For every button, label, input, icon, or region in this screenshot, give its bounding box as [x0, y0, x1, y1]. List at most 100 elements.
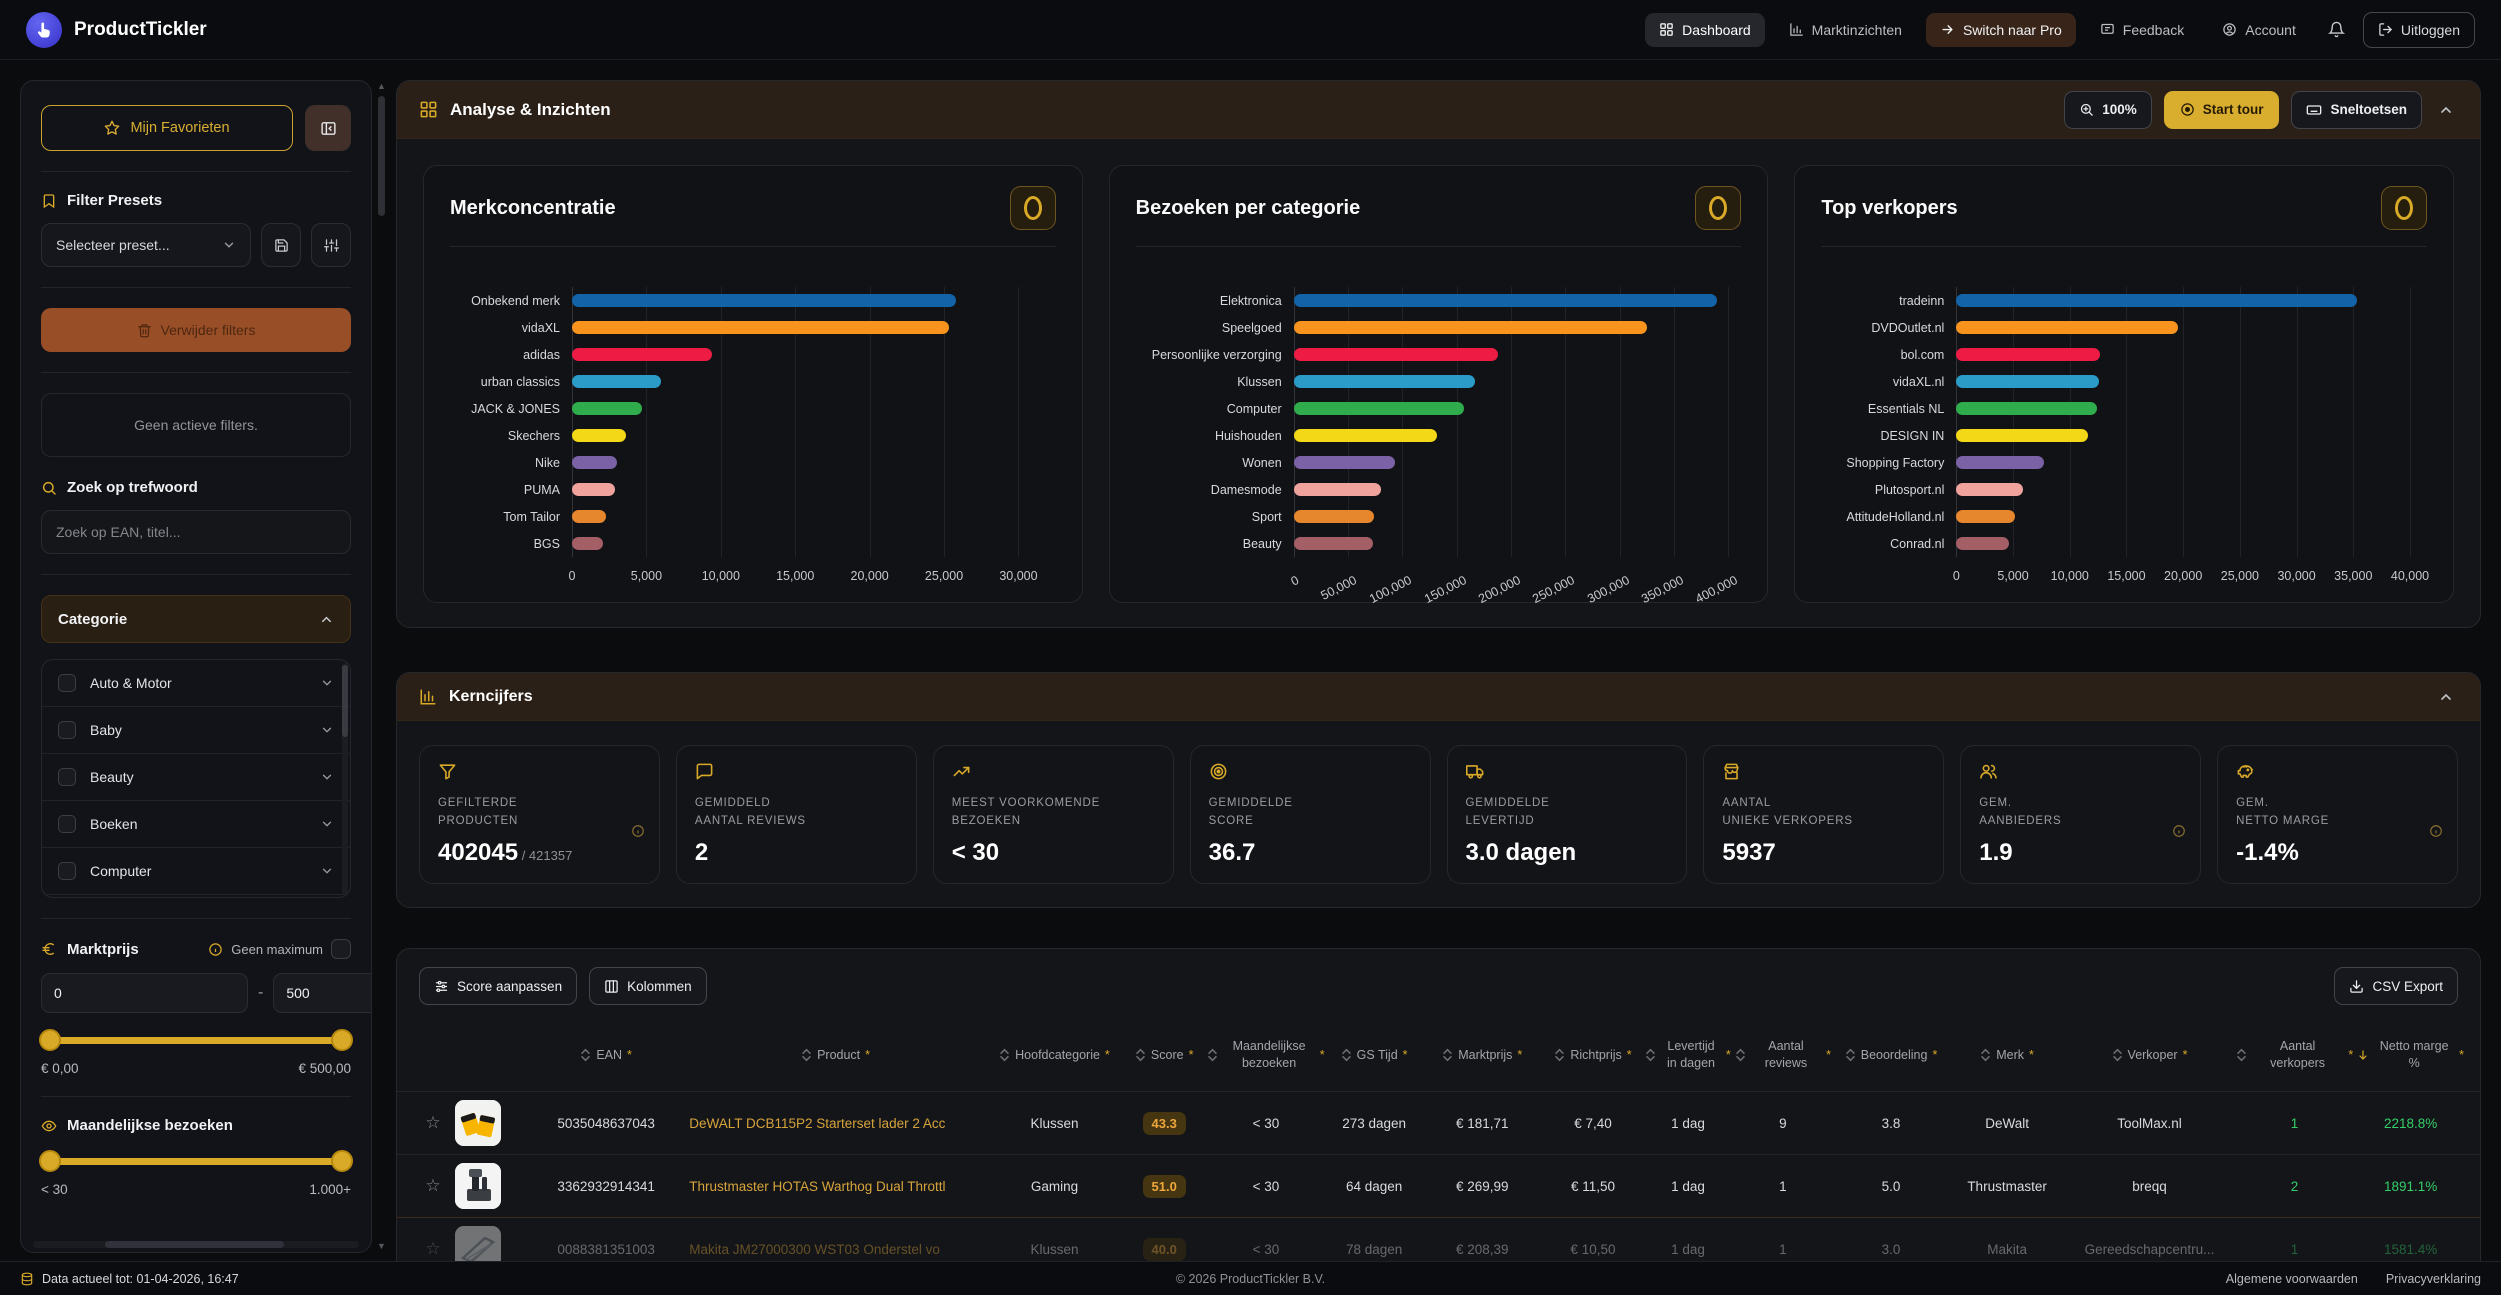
- column-header-aantal-reviews[interactable]: Aantal reviews*: [1733, 1034, 1833, 1076]
- bar-adidas[interactable]: [572, 348, 712, 361]
- category-row-baby[interactable]: Baby: [42, 707, 350, 754]
- cell-product[interactable]: DeWALT DCB115P2 Starterset lader 2 Acc: [685, 1112, 986, 1135]
- category-checkbox[interactable]: [58, 674, 76, 692]
- column-header-maandelijkse-bezoeken[interactable]: Maandelijkse bezoeken*: [1205, 1034, 1326, 1076]
- chart-type-toggle-button[interactable]: [1695, 186, 1741, 230]
- column-header-score[interactable]: Score*: [1123, 1043, 1205, 1068]
- column-header-aantal-verkopers[interactable]: Aantal verkopers*: [2234, 1034, 2355, 1076]
- price-slider-max-handle[interactable]: [331, 1029, 353, 1051]
- privacy-link[interactable]: Privacyverklaring: [2386, 1272, 2481, 1286]
- keyword-search-input[interactable]: [41, 510, 351, 554]
- adjust-score-button[interactable]: Score aanpassen: [419, 967, 577, 1005]
- bar-vidaxl[interactable]: [572, 321, 949, 334]
- price-range-slider[interactable]: [41, 1029, 351, 1051]
- column-header-richtprijs[interactable]: Richtprijs*: [1543, 1043, 1643, 1068]
- cell-product[interactable]: Makita JM27000300 WST03 Onderstel vo: [685, 1238, 986, 1261]
- column-header-merk[interactable]: Merk*: [1949, 1043, 2065, 1068]
- nav-item-marktinzichten[interactable]: Marktinzichten: [1775, 13, 1916, 47]
- price-min-input[interactable]: [41, 973, 248, 1013]
- collapse-analytics-chevron[interactable]: [2434, 98, 2458, 122]
- collapse-sidebar-button[interactable]: [305, 105, 351, 151]
- price-slider-min-handle[interactable]: [39, 1029, 61, 1051]
- nav-item-feedback[interactable]: Feedback: [2086, 13, 2198, 47]
- collapse-kpi-chevron[interactable]: [2434, 685, 2458, 709]
- bar-shopping-factory[interactable]: [1956, 456, 2043, 469]
- clear-filters-button[interactable]: Verwijder filters: [41, 308, 351, 352]
- nav-item-account[interactable]: Account: [2208, 13, 2310, 47]
- price-max-input[interactable]: [273, 973, 372, 1013]
- column-header-verkoper[interactable]: Verkoper*: [2065, 1043, 2234, 1068]
- chevron-down-icon[interactable]: [320, 676, 334, 690]
- category-checkbox[interactable]: [58, 721, 76, 739]
- bar-attitudeholland-nl[interactable]: [1956, 510, 2015, 523]
- category-row-boeken[interactable]: Boeken: [42, 801, 350, 848]
- bar-dvdoutlet-nl[interactable]: [1956, 321, 2177, 334]
- csv-export-button[interactable]: CSV Export: [2334, 967, 2458, 1005]
- chevron-down-icon[interactable]: [320, 817, 334, 831]
- sidebar-horizontal-scrollbar[interactable]: [33, 1241, 359, 1248]
- notifications-bell-icon[interactable]: [2320, 12, 2353, 47]
- visits-slider-min-handle[interactable]: [39, 1150, 61, 1172]
- column-header-levertijd-in-dagen[interactable]: Levertijd in dagen*: [1643, 1034, 1733, 1076]
- favorite-star-icon[interactable]: ☆: [411, 1113, 455, 1133]
- bar-huishouden[interactable]: [1294, 429, 1437, 442]
- bar-essentials-nl[interactable]: [1956, 402, 2097, 415]
- category-section-toggle[interactable]: Categorie: [41, 595, 351, 643]
- category-row-computer[interactable]: Computer: [42, 848, 350, 895]
- favorite-star-icon[interactable]: ☆: [411, 1176, 455, 1196]
- bar-puma[interactable]: [572, 483, 615, 496]
- info-icon[interactable]: [2172, 824, 2186, 838]
- chart-type-toggle-button[interactable]: [1010, 186, 1056, 230]
- bar-wonen[interactable]: [1294, 456, 1395, 469]
- category-scrollbar[interactable]: [342, 663, 348, 895]
- column-header-netto-marge-[interactable]: Netto marge %*: [2355, 1034, 2466, 1076]
- column-header-product[interactable]: Product*: [685, 1043, 986, 1068]
- table-row[interactable]: ☆5035048637043DeWALT DCB115P2 Starterset…: [397, 1091, 2480, 1154]
- category-checkbox[interactable]: [58, 815, 76, 833]
- bar-onbekend-merk[interactable]: [572, 294, 956, 307]
- category-row-auto-motor[interactable]: Auto & Motor: [42, 660, 350, 707]
- favorite-star-icon[interactable]: ☆: [411, 1239, 455, 1259]
- bar-sport[interactable]: [1294, 510, 1374, 523]
- bar-bgs[interactable]: [572, 537, 603, 550]
- visits-range-slider[interactable]: [41, 1150, 351, 1172]
- sidebar-scrollbar[interactable]: ▲ ▼: [377, 82, 386, 1251]
- bar-damesmode[interactable]: [1294, 483, 1381, 496]
- start-tour-button[interactable]: Start tour: [2164, 91, 2280, 129]
- columns-button[interactable]: Kolommen: [589, 967, 707, 1005]
- column-header-gs-tijd[interactable]: GS Tijd*: [1327, 1043, 1422, 1068]
- bar-speelgoed[interactable]: [1294, 321, 1647, 334]
- shortcuts-button[interactable]: Sneltoetsen: [2291, 91, 2422, 129]
- bar-conrad-nl[interactable]: [1956, 537, 2008, 550]
- bar-tom-tailor[interactable]: [572, 510, 606, 523]
- terms-link[interactable]: Algemene voorwaarden: [2226, 1272, 2358, 1286]
- info-icon[interactable]: [2429, 824, 2443, 838]
- info-icon[interactable]: [631, 824, 645, 838]
- bar-jack-jones[interactable]: [572, 402, 642, 415]
- column-header-marktprijs[interactable]: Marktprijs*: [1422, 1043, 1543, 1068]
- bar-vidaxl-nl[interactable]: [1956, 375, 2099, 388]
- chart-type-toggle-button[interactable]: [2381, 186, 2427, 230]
- no-maximum-checkbox[interactable]: [331, 939, 351, 959]
- bar-persoonlijke-verzorging[interactable]: [1294, 348, 1498, 361]
- category-checkbox[interactable]: [58, 862, 76, 880]
- chevron-down-icon[interactable]: [320, 770, 334, 784]
- preset-settings-button[interactable]: [311, 223, 351, 267]
- nav-item-switch-naar-pro[interactable]: Switch naar Pro: [1926, 13, 2076, 47]
- bar-urban-classics[interactable]: [572, 375, 661, 388]
- cell-product[interactable]: Thrustmaster HOTAS Warthog Dual Throttl: [685, 1175, 986, 1198]
- table-row[interactable]: ☆3362932914341Thrustmaster HOTAS Warthog…: [397, 1154, 2480, 1217]
- category-checkbox[interactable]: [58, 768, 76, 786]
- column-header-hoofdcategorie[interactable]: Hoofdcategorie*: [986, 1043, 1123, 1068]
- column-header-ean[interactable]: EAN*: [527, 1043, 685, 1068]
- bar-plutosport-nl[interactable]: [1956, 483, 2023, 496]
- bar-design-in[interactable]: [1956, 429, 2088, 442]
- bar-beauty[interactable]: [1294, 537, 1373, 550]
- preset-select[interactable]: Selecteer preset...: [41, 223, 251, 267]
- nav-item-dashboard[interactable]: Dashboard: [1645, 13, 1765, 47]
- bar-elektronica[interactable]: [1294, 294, 1718, 307]
- chevron-down-icon[interactable]: [320, 723, 334, 737]
- bar-tradeinn[interactable]: [1956, 294, 2356, 307]
- bar-computer[interactable]: [1294, 402, 1465, 415]
- bar-skechers[interactable]: [572, 429, 626, 442]
